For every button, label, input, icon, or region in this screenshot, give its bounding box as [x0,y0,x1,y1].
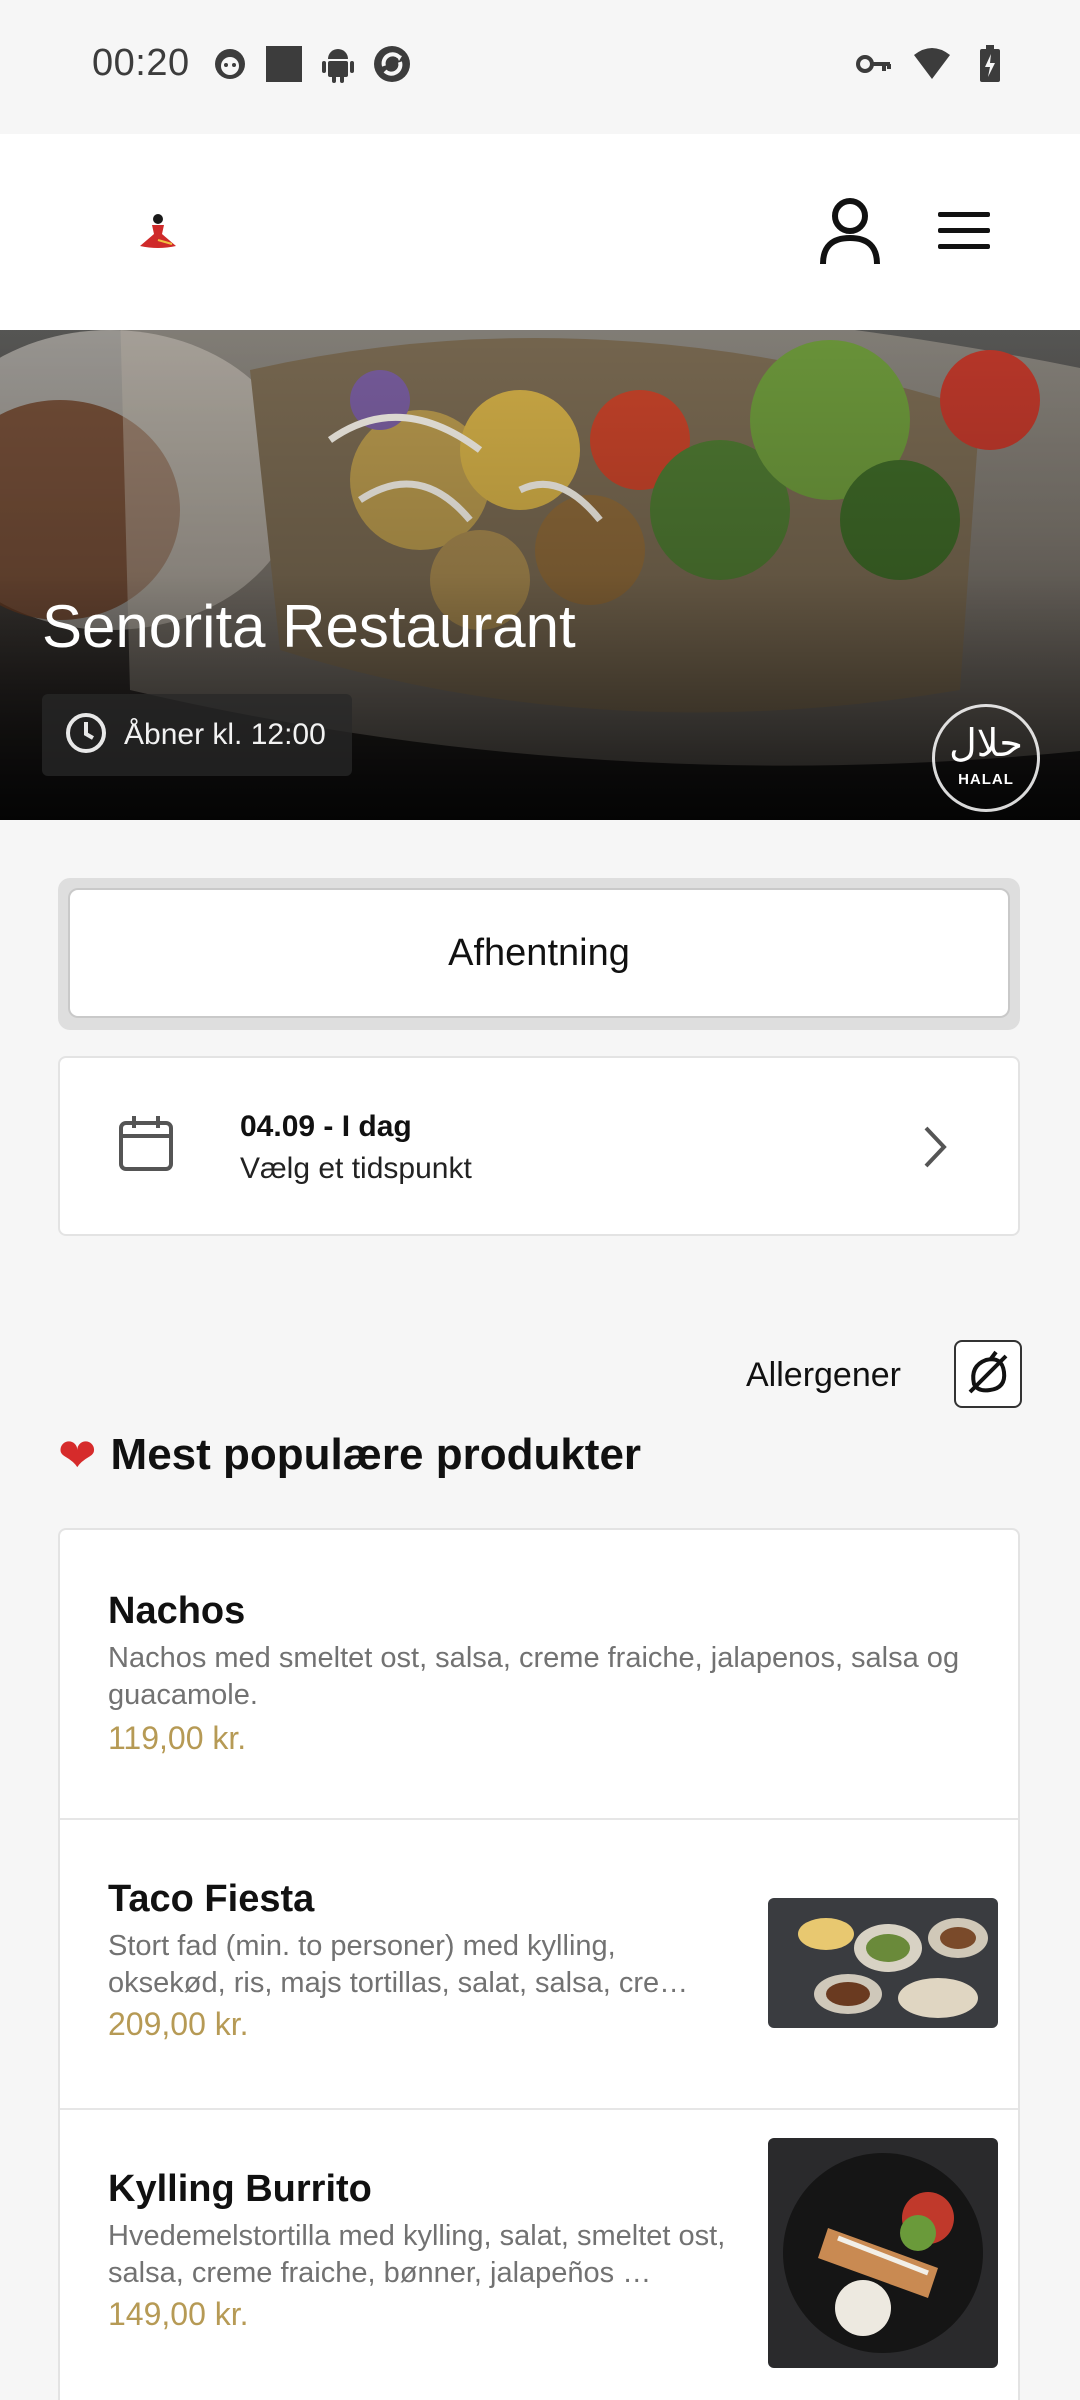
status-notification-icons [210,44,412,84]
wifi-icon [912,44,952,84]
product-price: 209,00 kr. [108,2006,249,2042]
chevron-right-icon [918,1122,952,1172]
allergen-icon [968,1350,1008,1394]
popular-products-heading: ❤ Mest populære produkter [58,1428,641,1482]
product-description: Nachos med smeltet ost, salsa, creme fra… [108,1642,960,1711]
user-icon[interactable] [818,196,882,266]
android-icon [318,44,358,84]
product-item-kylling-burrito[interactable]: Kylling Burrito Hvedemelstortilla med ky… [60,2108,1018,2400]
product-image [768,1898,998,2028]
order-type-selector: Afhentning [58,878,1020,1030]
hero-banner: حلال HALAL Senorita Restaurant Åbner kl.… [0,330,1080,820]
selected-date: 04.09 - I dag [240,1110,412,1143]
product-price: 119,00 kr. [108,1720,247,1756]
halal-arabic-text: حلال [949,721,1023,765]
hamburger-menu-icon[interactable] [934,206,994,256]
product-description: Stort fad (min. to personer) med kylling… [108,1930,689,1999]
app-header [0,134,1080,331]
heart-icon: ❤ [58,1429,97,1481]
halal-latin-text: HALAL [958,771,1014,788]
status-system-icons [854,44,1010,84]
cat-face-icon [210,44,250,84]
product-name: Kylling Burrito [108,2168,372,2210]
popular-heading-text: Mest populære produkter [110,1430,642,1479]
product-description: Hvedemelstortilla med kylling, salat, sm… [108,2220,726,2289]
product-name: Taco Fiesta [108,1878,315,1920]
product-list: Nachos Nachos med smeltet ost, salsa, cr… [58,1528,1020,2400]
product-name: Nachos [108,1590,246,1632]
pickup-button[interactable]: Afhentning [68,888,1010,1018]
battery-charging-icon [970,44,1010,84]
key-icon [854,44,894,84]
square-icon [264,44,304,84]
halal-badge: حلال HALAL [932,704,1040,812]
allergens-label[interactable]: Allergener [746,1356,901,1395]
restaurant-title: Senorita Restaurant [42,593,576,660]
product-price: 149,00 kr. [108,2296,249,2332]
product-item-nachos[interactable]: Nachos Nachos med smeltet ost, salsa, cr… [60,1530,1018,1820]
sync-icon [372,44,412,84]
date-time-picker[interactable]: 04.09 - I dag Vælg et tidspunkt [58,1056,1020,1236]
opening-hours-badge: Åbner kl. 12:00 [42,694,352,776]
restaurant-logo[interactable] [138,212,178,252]
opening-hours-text: Åbner kl. 12:00 [124,718,326,751]
product-image [768,2138,998,2368]
choose-time-prompt: Vælg et tidspunkt [240,1152,472,1185]
status-bar: 00:20 [0,0,1080,134]
product-item-taco-fiesta[interactable]: Taco Fiesta Stort fad (min. to personer)… [60,1818,1018,2110]
clock-icon [64,711,108,760]
status-time: 00:20 [92,42,190,84]
allergens-button[interactable] [954,1340,1022,1408]
calendar-icon [118,1114,174,1172]
